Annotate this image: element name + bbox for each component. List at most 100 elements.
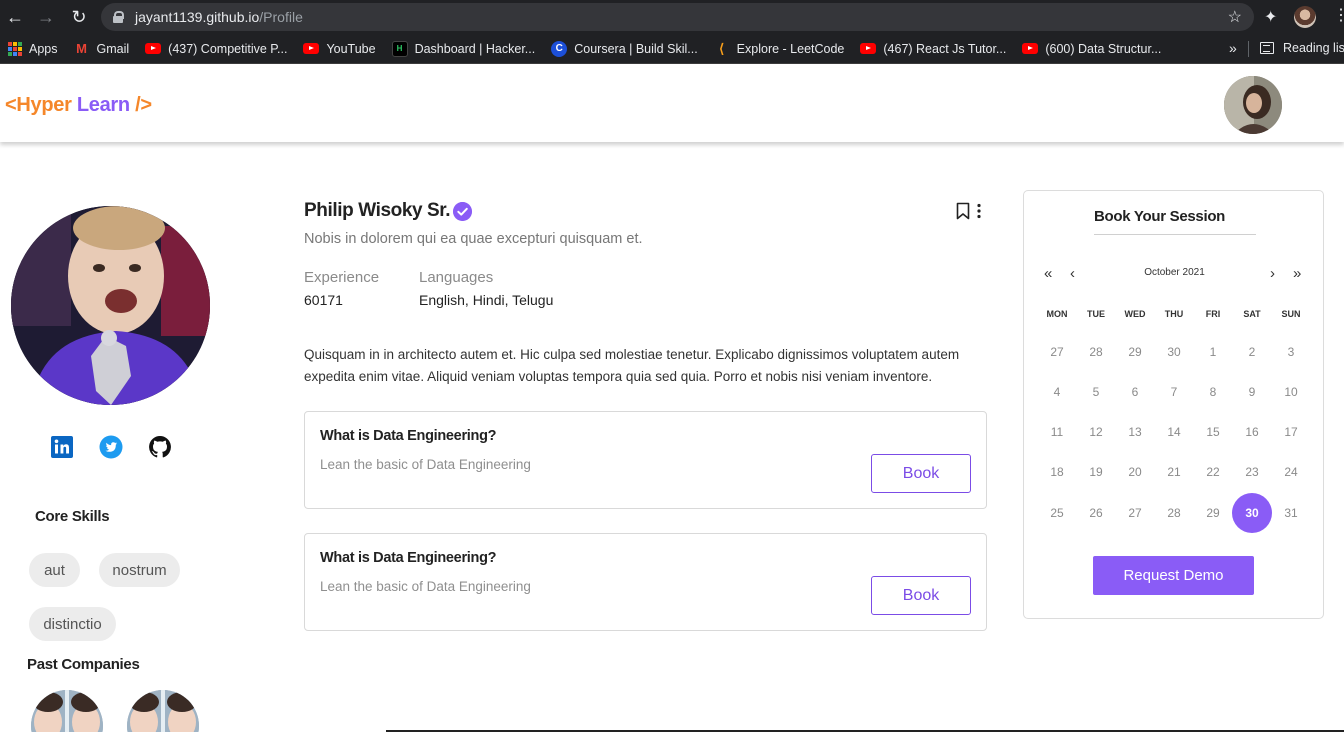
skill-chip[interactable]: nostrum xyxy=(99,553,180,587)
booking-title: Book Your Session xyxy=(1094,208,1226,225)
profile-photo xyxy=(11,206,210,405)
twitter-icon[interactable] xyxy=(99,435,123,459)
calendar-day[interactable]: 4 xyxy=(1037,372,1077,412)
extensions-puzzle-icon[interactable]: ✦ xyxy=(1264,7,1277,27)
reload-icon[interactable]: ↻ xyxy=(66,4,92,30)
course-subtitle: Lean the basic of Data Engineering xyxy=(320,457,531,472)
calendar-day[interactable]: 8 xyxy=(1193,372,1233,412)
calendar-day[interactable]: 13 xyxy=(1115,412,1155,452)
course-title: What is Data Engineering? xyxy=(320,428,497,444)
calendar-day[interactable]: 31 xyxy=(1271,493,1311,533)
browser-menu-icon[interactable]: ⋮ xyxy=(1333,8,1344,24)
skill-chip[interactable]: distinctio xyxy=(29,607,116,641)
bookmark-icon[interactable] xyxy=(956,202,970,220)
calendar-day[interactable]: 6 xyxy=(1115,372,1155,412)
profile-name: Philip Wisoky Sr. xyxy=(304,200,451,221)
bookmark-hackerrank[interactable]: H Dashboard | Hacker... xyxy=(391,40,535,57)
calendar-day[interactable]: 27 xyxy=(1115,493,1155,533)
calendar-day[interactable]: 15 xyxy=(1193,412,1233,452)
weekday-label: SAT xyxy=(1243,309,1261,319)
user-avatar[interactable] xyxy=(1224,76,1282,134)
next-month-button[interactable]: › xyxy=(1270,265,1275,282)
bookmark-competitive[interactable]: (437) Competitive P... xyxy=(145,42,287,56)
more-bookmarks-button[interactable]: » xyxy=(1229,40,1237,56)
calendar-day[interactable]: 11 xyxy=(1037,412,1077,452)
youtube-icon xyxy=(145,43,162,54)
booking-panel: Book Your Session « ‹ October 2021 › » M… xyxy=(1023,190,1324,619)
title-divider xyxy=(1094,234,1256,235)
calendar-day[interactable]: 30 xyxy=(1154,332,1194,372)
calendar-day[interactable]: 21 xyxy=(1154,452,1194,492)
book-button[interactable]: Book xyxy=(871,576,971,615)
next-year-button[interactable]: » xyxy=(1293,265,1301,282)
bookmark-apps[interactable]: Apps xyxy=(8,41,58,56)
forward-arrow-icon[interactable]: → xyxy=(33,4,59,30)
calendar-day[interactable]: 20 xyxy=(1115,452,1155,492)
calendar-day[interactable]: 10 xyxy=(1271,372,1311,412)
languages-label: Languages xyxy=(419,269,494,286)
past-companies-heading: Past Companies xyxy=(27,656,140,673)
calendar-day[interactable]: 17 xyxy=(1271,412,1311,452)
logo[interactable]: <Hyper Learn /> xyxy=(5,94,152,117)
bookmark-leetcode[interactable]: ⟨ Explore - LeetCode xyxy=(714,41,844,57)
calendar-day[interactable]: 16 xyxy=(1232,412,1272,452)
calendar-day[interactable]: 23 xyxy=(1232,452,1272,492)
calendar-day[interactable]: 29 xyxy=(1193,493,1233,533)
bookmark-star-icon[interactable]: ☆ xyxy=(1228,7,1242,27)
url-path: /Profile xyxy=(259,9,303,25)
social-links xyxy=(50,435,197,459)
weekday-label: WED xyxy=(1124,309,1146,319)
coursera-icon: C xyxy=(551,40,568,57)
calendar-day[interactable]: 2 xyxy=(1232,332,1272,372)
request-demo-button[interactable]: Request Demo xyxy=(1093,556,1254,595)
calendar-month-label: October 2021 xyxy=(1144,267,1205,278)
gmail-icon: M xyxy=(76,41,87,56)
calendar-day[interactable]: 7 xyxy=(1154,372,1194,412)
hackerrank-icon: H xyxy=(391,40,408,57)
experience-label: Experience xyxy=(304,269,380,286)
calendar-day[interactable]: 19 xyxy=(1076,452,1116,492)
weekday-label: TUE xyxy=(1087,309,1105,319)
calendar-day[interactable]: 26 xyxy=(1076,493,1116,533)
youtube-icon xyxy=(860,43,877,54)
languages-value: English, Hindi, Telugu xyxy=(419,292,554,308)
calendar-day[interactable]: 5 xyxy=(1076,372,1116,412)
course-card: What is Data Engineering? Lean the basic… xyxy=(304,533,987,631)
linkedin-icon[interactable] xyxy=(50,435,74,459)
calendar-day[interactable]: 28 xyxy=(1076,332,1116,372)
calendar-day[interactable]: 24 xyxy=(1271,452,1311,492)
calendar-day[interactable]: 1 xyxy=(1193,332,1233,372)
book-button[interactable]: Book xyxy=(871,454,971,493)
browser-profile-avatar[interactable] xyxy=(1294,6,1316,28)
bookmark-data-structures[interactable]: (600) Data Structur... xyxy=(1022,42,1161,56)
reading-list-button[interactable]: Reading list xyxy=(1260,41,1344,55)
bookmark-react[interactable]: (467) React Js Tutor... xyxy=(860,42,1006,56)
calendar-day[interactable]: 28 xyxy=(1154,493,1194,533)
weekday-label: SUN xyxy=(1281,309,1301,319)
youtube-icon xyxy=(1022,43,1039,54)
company-logo xyxy=(31,690,103,732)
apps-grid-icon xyxy=(8,41,22,56)
bookmark-coursera[interactable]: C Coursera | Build Skil... xyxy=(551,40,698,57)
browser-toolbar: ← → ↻ jayant1139.github.io/Profile ☆ ✦ ⋮ xyxy=(0,0,1344,34)
calendar-day[interactable]: 27 xyxy=(1037,332,1077,372)
back-arrow-icon[interactable]: ← xyxy=(2,4,28,30)
calendar-day[interactable]: 3 xyxy=(1271,332,1311,372)
calendar-day[interactable]: 9 xyxy=(1232,372,1272,412)
calendar-day[interactable]: 25 xyxy=(1037,493,1077,533)
calendar-day[interactable]: 18 xyxy=(1037,452,1077,492)
more-options-icon[interactable] xyxy=(976,203,982,219)
calendar-day[interactable]: 22 xyxy=(1193,452,1233,492)
course-subtitle: Lean the basic of Data Engineering xyxy=(320,579,531,594)
skill-chip[interactable]: aut xyxy=(29,553,80,587)
address-bar[interactable]: jayant1139.github.io/Profile ☆ xyxy=(101,3,1254,31)
calendar-day[interactable]: 29 xyxy=(1115,332,1155,372)
calendar-day[interactable]: 14 xyxy=(1154,412,1194,452)
profile-bio: Quisquam in in architecto autem et. Hic … xyxy=(304,347,960,384)
calendar-day[interactable]: 12 xyxy=(1076,412,1116,452)
course-title: What is Data Engineering? xyxy=(320,550,497,566)
bookmark-gmail[interactable]: M Gmail xyxy=(74,41,129,57)
github-icon[interactable] xyxy=(148,435,172,459)
calendar-day-selected[interactable]: 30 xyxy=(1232,493,1272,533)
bookmark-youtube[interactable]: YouTube xyxy=(303,42,376,56)
